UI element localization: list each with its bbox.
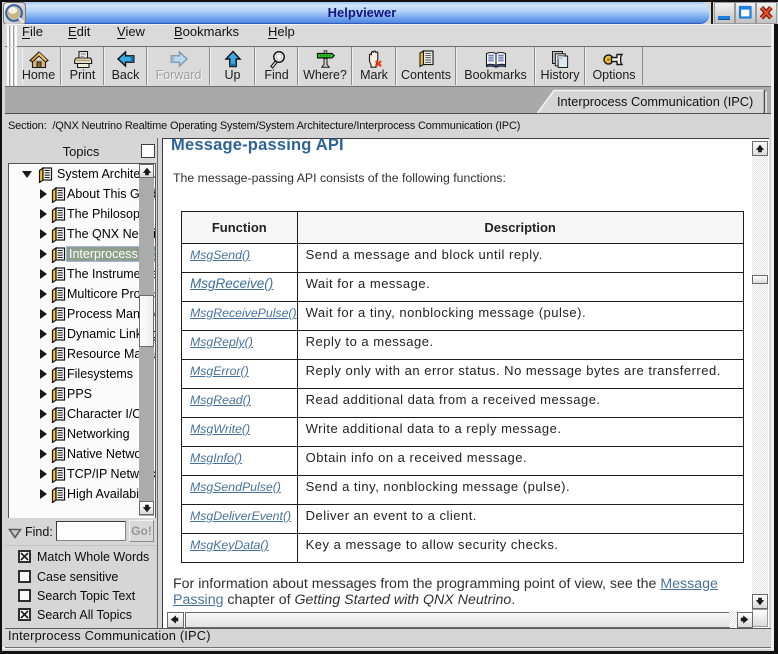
svg-text:Interprocess Communication (IP: Interprocess Communication (IPC) bbox=[557, 94, 753, 109]
